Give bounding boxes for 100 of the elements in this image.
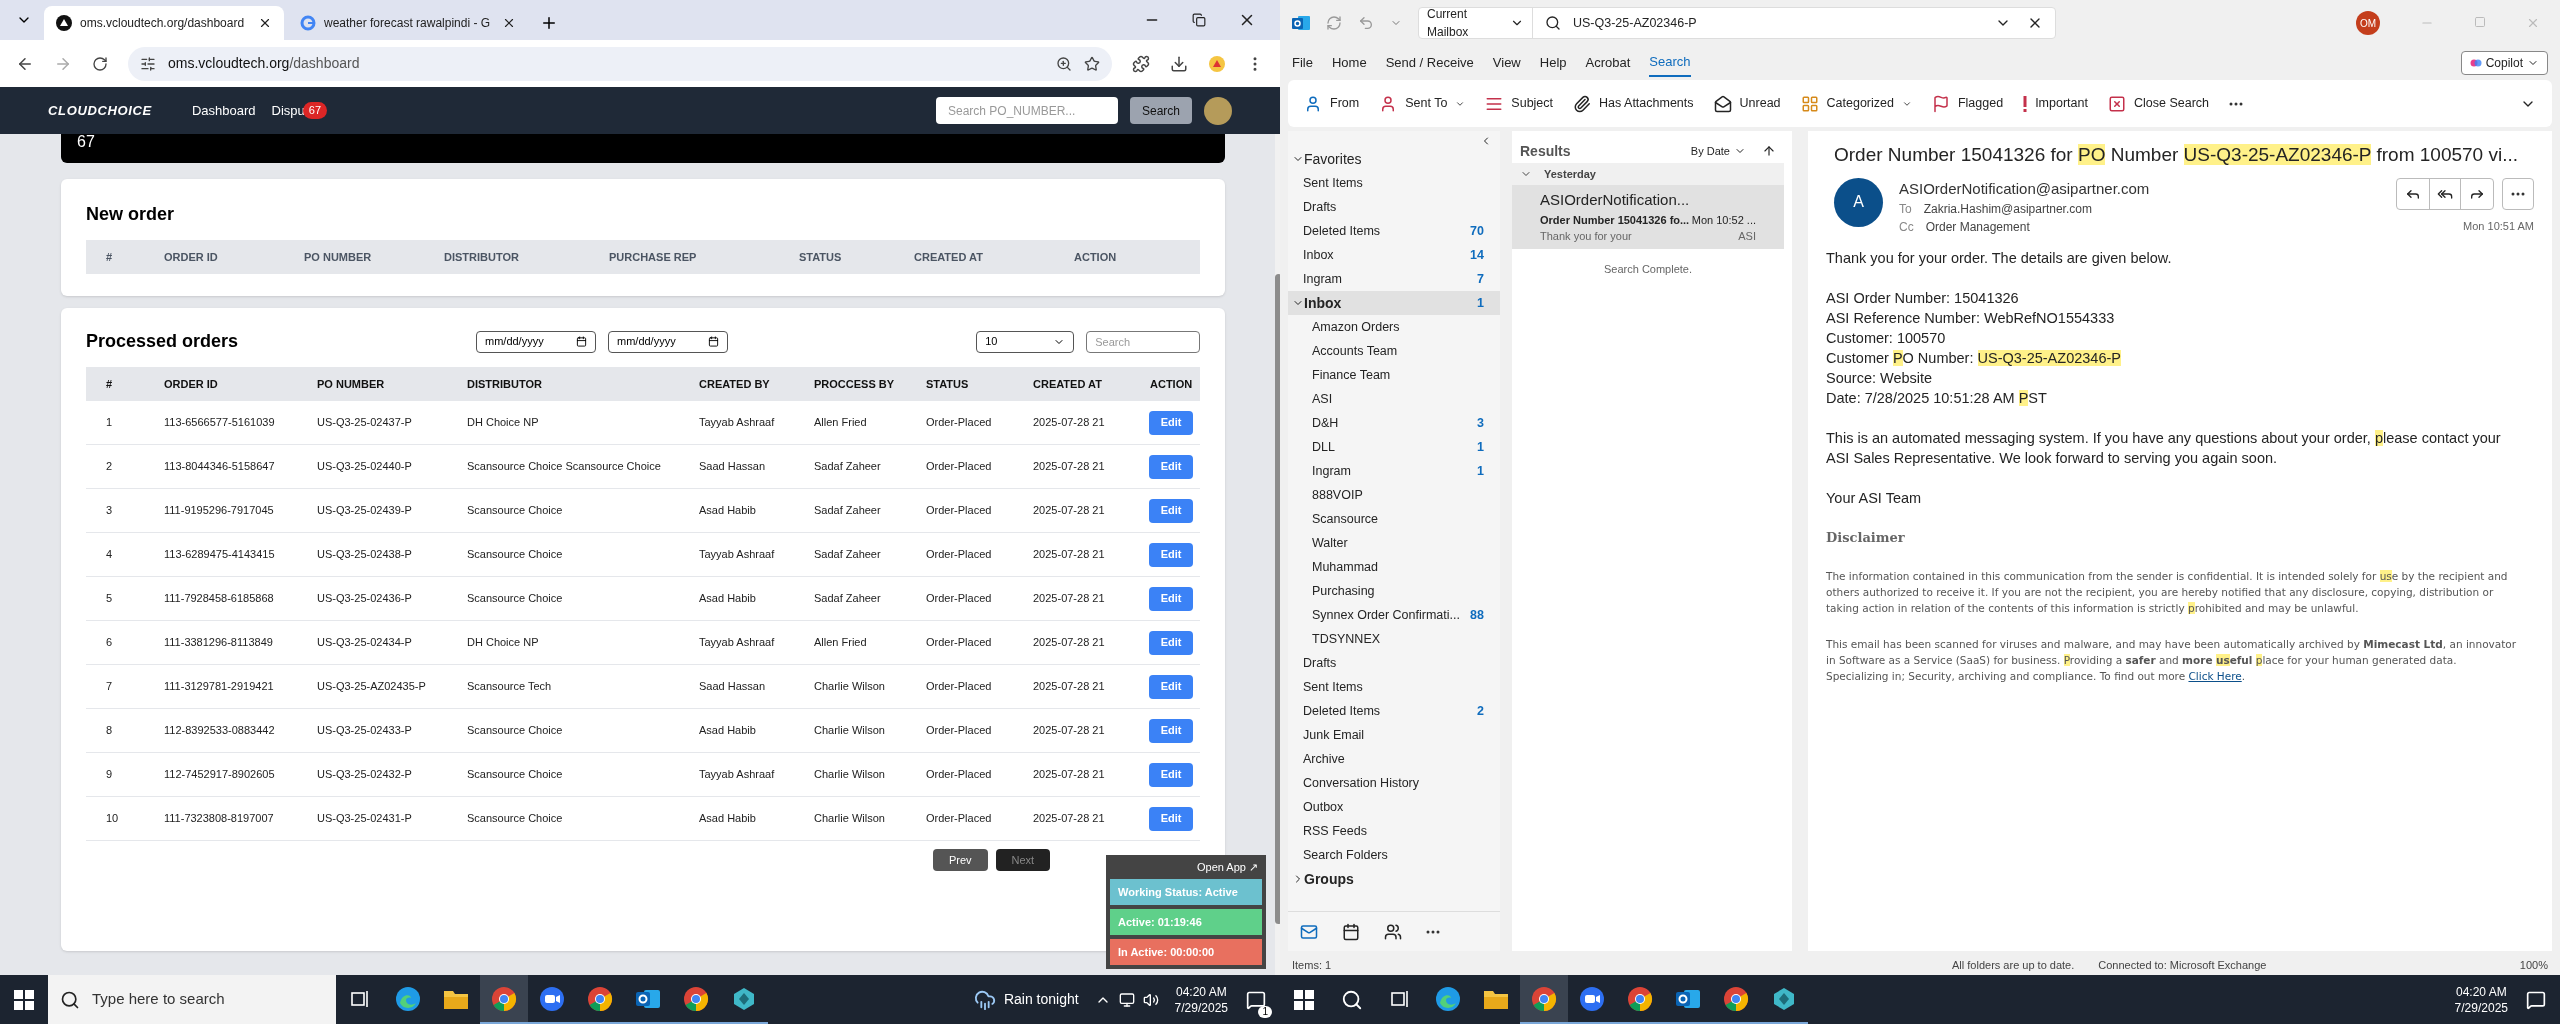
ribbon-tab[interactable]: Acrobat	[1585, 50, 1631, 76]
folder-item[interactable]: Drafts	[1288, 651, 1500, 675]
close-icon[interactable]	[258, 16, 272, 30]
zoom-icon[interactable]	[1056, 55, 1072, 72]
edit-button[interactable]: Edit	[1148, 454, 1194, 479]
chrome-browser-icon[interactable]	[491, 985, 517, 1012]
folder-item[interactable]: Deleted Items 2	[1288, 699, 1500, 723]
clock-date[interactable]: 7/29/2025	[2454, 999, 2508, 1016]
search-input[interactable]: Type here to search	[92, 988, 284, 1011]
ribbon-button[interactable]: Close Search	[2107, 87, 2209, 120]
new-tab-icon[interactable]	[540, 14, 558, 32]
rain-cloud-icon[interactable]	[973, 988, 996, 1011]
browser-tab[interactable]: weather forecast rawalpindi - G	[288, 6, 528, 40]
envelope-icon[interactable]	[1713, 94, 1732, 113]
ribbon-button[interactable]: Subject	[1485, 87, 1554, 120]
ribbon-button[interactable]: Has Attachments	[1573, 87, 1694, 120]
date-field[interactable]: mm/dd/yyyy	[608, 330, 728, 353]
edit-button[interactable]: Edit	[1148, 762, 1194, 787]
folder-item[interactable]: Walter	[1288, 531, 1500, 555]
address-bar[interactable]: oms.vcloudtech.org/dashboard	[128, 46, 1112, 81]
folder-item[interactable]: DLL 1	[1288, 435, 1500, 459]
ribbon-button[interactable]: Unread	[1713, 87, 1781, 120]
click-here-link[interactable]: Click Here	[2188, 669, 2242, 682]
edit-button[interactable]: Edit	[1148, 806, 1194, 831]
chrome-browser-icon[interactable]	[683, 985, 709, 1012]
download-icon[interactable]	[1170, 54, 1188, 73]
more-icon[interactable]	[1426, 929, 1440, 934]
chrome-browser-icon[interactable]	[1723, 985, 1749, 1012]
search-field[interactable]: Search	[1086, 330, 1201, 353]
clock-time[interactable]: 04:20 AM	[2455, 983, 2507, 1000]
folder-item[interactable]: Amazon Orders	[1288, 315, 1500, 339]
hexagon-app-icon[interactable]	[1771, 985, 1797, 1012]
ribbon-tab[interactable]: Home	[1331, 50, 1367, 76]
mail-icon[interactable]	[1300, 922, 1318, 941]
group-header[interactable]: Yesterday	[1512, 163, 1784, 185]
edit-button[interactable]: Edit	[1148, 542, 1194, 567]
edge-browser-icon[interactable]	[1435, 985, 1461, 1012]
flag-icon[interactable]	[1931, 94, 1950, 113]
ribbon-tab[interactable]: View	[1492, 50, 1521, 76]
more-icon[interactable]	[2229, 101, 2243, 106]
edit-button[interactable]: Edit	[1148, 718, 1194, 743]
page-size-select[interactable]: 10	[976, 330, 1075, 353]
notifications-icon[interactable]	[2526, 989, 2546, 1010]
bookmark-star-icon[interactable]	[1084, 55, 1100, 72]
paperclip-icon[interactable]	[1573, 94, 1592, 113]
network-icon[interactable]	[1118, 991, 1135, 1008]
exclamation-icon[interactable]	[2023, 95, 2028, 112]
folder-item[interactable]: ASI	[1288, 387, 1500, 411]
ribbon-button[interactable]: Categorized	[1800, 87, 1912, 120]
folder-item[interactable]: Junk Email	[1288, 723, 1500, 747]
hexagon-app-icon[interactable]	[731, 985, 757, 1012]
folder-item[interactable]: 888VOIP	[1288, 483, 1500, 507]
message-item[interactable]: ASIOrderNotification... Order Number 15041326 fo... Mon 10:52 ... Thank you for your ASI	[1512, 185, 1784, 249]
edge-browser-icon[interactable]	[395, 985, 421, 1012]
copilot-button[interactable]: Copilot	[2460, 51, 2548, 75]
folder-item[interactable]: Favorites	[1288, 147, 1500, 171]
ribbon-tab[interactable]: Send / Receive	[1385, 50, 1474, 76]
grid-icon[interactable]	[1800, 94, 1819, 113]
sort-dropdown[interactable]: By Date	[1690, 142, 1746, 160]
folder-item[interactable]: Outbox	[1288, 795, 1500, 819]
chrome-browser-icon[interactable]	[1627, 985, 1653, 1012]
edit-button[interactable]: Edit	[1148, 410, 1194, 435]
folder-item[interactable]: Sent Items	[1288, 675, 1500, 699]
folder-item[interactable]: D&H 3	[1288, 411, 1500, 435]
close-icon[interactable]	[502, 16, 516, 30]
folder-item[interactable]: Conversation History	[1288, 771, 1500, 795]
open-app-link[interactable]: Open App ↗	[1193, 858, 1262, 875]
close-search-icon[interactable]	[2107, 94, 2126, 113]
chrome-browser-icon[interactable]	[1531, 985, 1557, 1012]
folder-item[interactable]: Purchasing	[1288, 579, 1500, 603]
folder-item[interactable]: Synnex Order Confirmati... 88	[1288, 603, 1500, 627]
ribbon-button[interactable]: From	[1304, 87, 1360, 120]
folder-item[interactable]: Sent Items	[1288, 171, 1500, 195]
edit-button[interactable]: Edit	[1148, 674, 1194, 699]
edit-button[interactable]: Edit	[1148, 586, 1194, 611]
folder-item[interactable]: Search Folders	[1288, 843, 1500, 867]
site-info-icon[interactable]	[140, 55, 156, 72]
video-call-icon[interactable]	[1579, 985, 1605, 1012]
folder-item[interactable]: Inbox 1	[1288, 291, 1500, 315]
extensions-icon[interactable]	[1132, 54, 1150, 73]
folder-item[interactable]: Drafts	[1288, 195, 1500, 219]
search-button[interactable]: Search	[1129, 97, 1192, 124]
ribbon-button[interactable]: Sent To	[1379, 87, 1466, 120]
chrome-browser-icon[interactable]	[587, 985, 613, 1012]
calendar-icon[interactable]	[1342, 922, 1360, 941]
ribbon-button[interactable]: Important	[2023, 87, 2088, 120]
folder-item[interactable]: Finance Team	[1288, 363, 1500, 387]
date-field[interactable]: mm/dd/yyyy	[476, 330, 596, 353]
people-icon[interactable]	[1384, 922, 1402, 941]
po-search-field[interactable]: Search PO_NUMBER...	[935, 97, 1118, 124]
person-icon[interactable]	[1304, 94, 1322, 113]
search-icon[interactable]	[1341, 988, 1363, 1011]
taskbar-search-field[interactable]: Type here to search	[48, 975, 336, 1024]
folder-item[interactable]: Inbox 14	[1288, 243, 1500, 267]
search-box[interactable]: Current Mailbox US-Q3-25-AZ02346-P	[1418, 7, 2056, 39]
reload-icon[interactable]	[92, 55, 108, 72]
windows-start-icon[interactable]	[14, 989, 34, 1010]
nav-link[interactable]: Dashboard	[191, 100, 256, 121]
volume-icon[interactable]	[1142, 991, 1159, 1008]
sort-direction-icon[interactable]	[1762, 144, 1776, 158]
